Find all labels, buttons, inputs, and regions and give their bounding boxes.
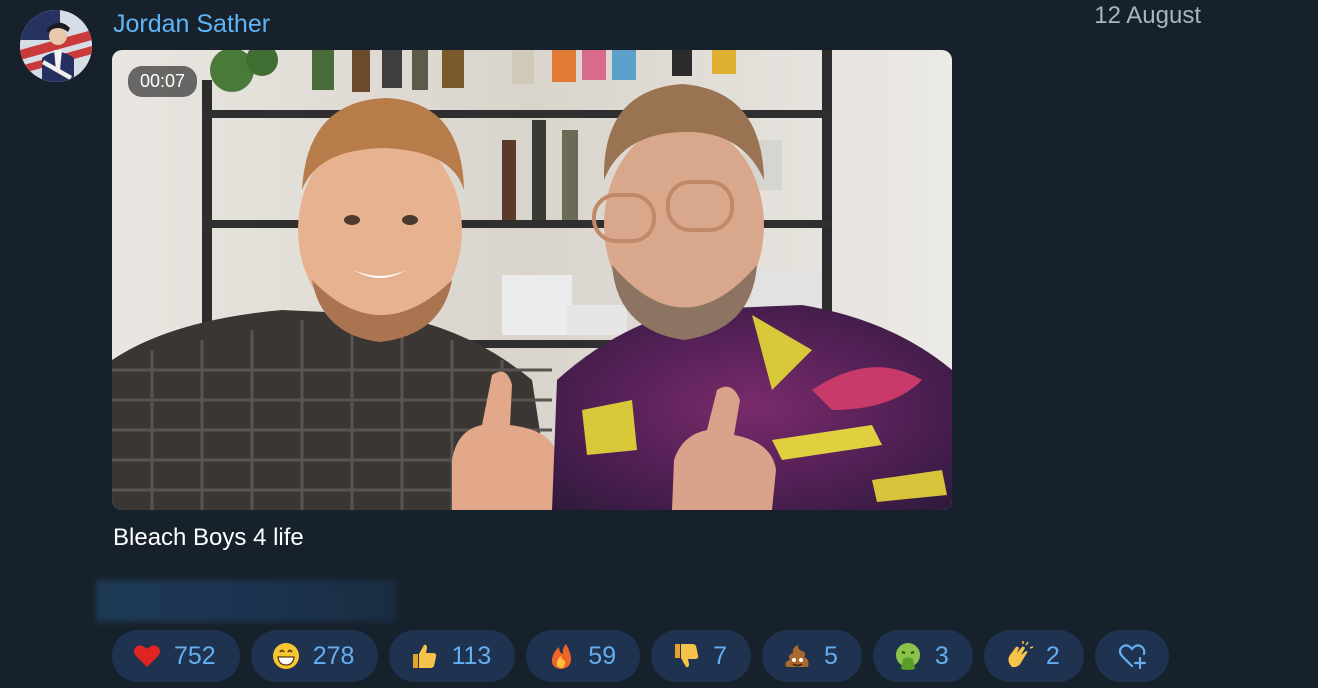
video-frame [112,50,952,510]
sender-name[interactable]: Jordan Sather [113,10,270,39]
clapping-hands-icon [1008,641,1034,668]
reaction-vomit[interactable]: 3 [872,630,973,682]
heart-plus-icon [1118,644,1146,670]
message-date: 12 August [1094,2,1201,29]
add-reaction-button[interactable] [1094,630,1169,682]
reaction-count: 2 [1045,641,1060,670]
thumbs-down-icon [675,644,699,668]
reaction-count: 7 [713,641,728,670]
video-duration: 00:07 [128,66,198,97]
reaction-thumbs-down[interactable]: 7 [651,630,752,682]
video-thumbnail[interactable]: 00:07 [112,50,952,510]
vomiting-face-icon [895,643,920,670]
poop-icon [785,645,809,667]
reaction-heart[interactable]: 752 [112,630,240,682]
avatar-image [20,10,92,82]
reaction-thumbs-up[interactable]: 113 [389,630,516,682]
reaction-poop[interactable]: 5 [762,630,862,682]
reaction-count: 278 [312,641,355,670]
heart-icon [134,645,160,667]
grinning-face-icon [272,643,299,669]
reaction-fire[interactable]: 59 [526,630,641,682]
reaction-count: 3 [934,641,949,670]
message-caption: Bleach Boys 4 life [113,524,304,551]
blurred-preview [96,580,396,622]
fire-icon [552,644,572,669]
thumbs-up-icon [413,644,437,668]
avatar[interactable] [20,10,92,82]
reaction-count: 59 [588,641,617,670]
reaction-count: 5 [824,641,838,670]
reactions-bar: 752 278 113 59 7 5 3 2 [112,630,1169,682]
reaction-count: 113 [451,641,492,670]
reaction-clap[interactable]: 2 [983,630,1084,682]
reaction-count: 752 [174,641,216,670]
reaction-grin[interactable]: 278 [250,630,379,682]
